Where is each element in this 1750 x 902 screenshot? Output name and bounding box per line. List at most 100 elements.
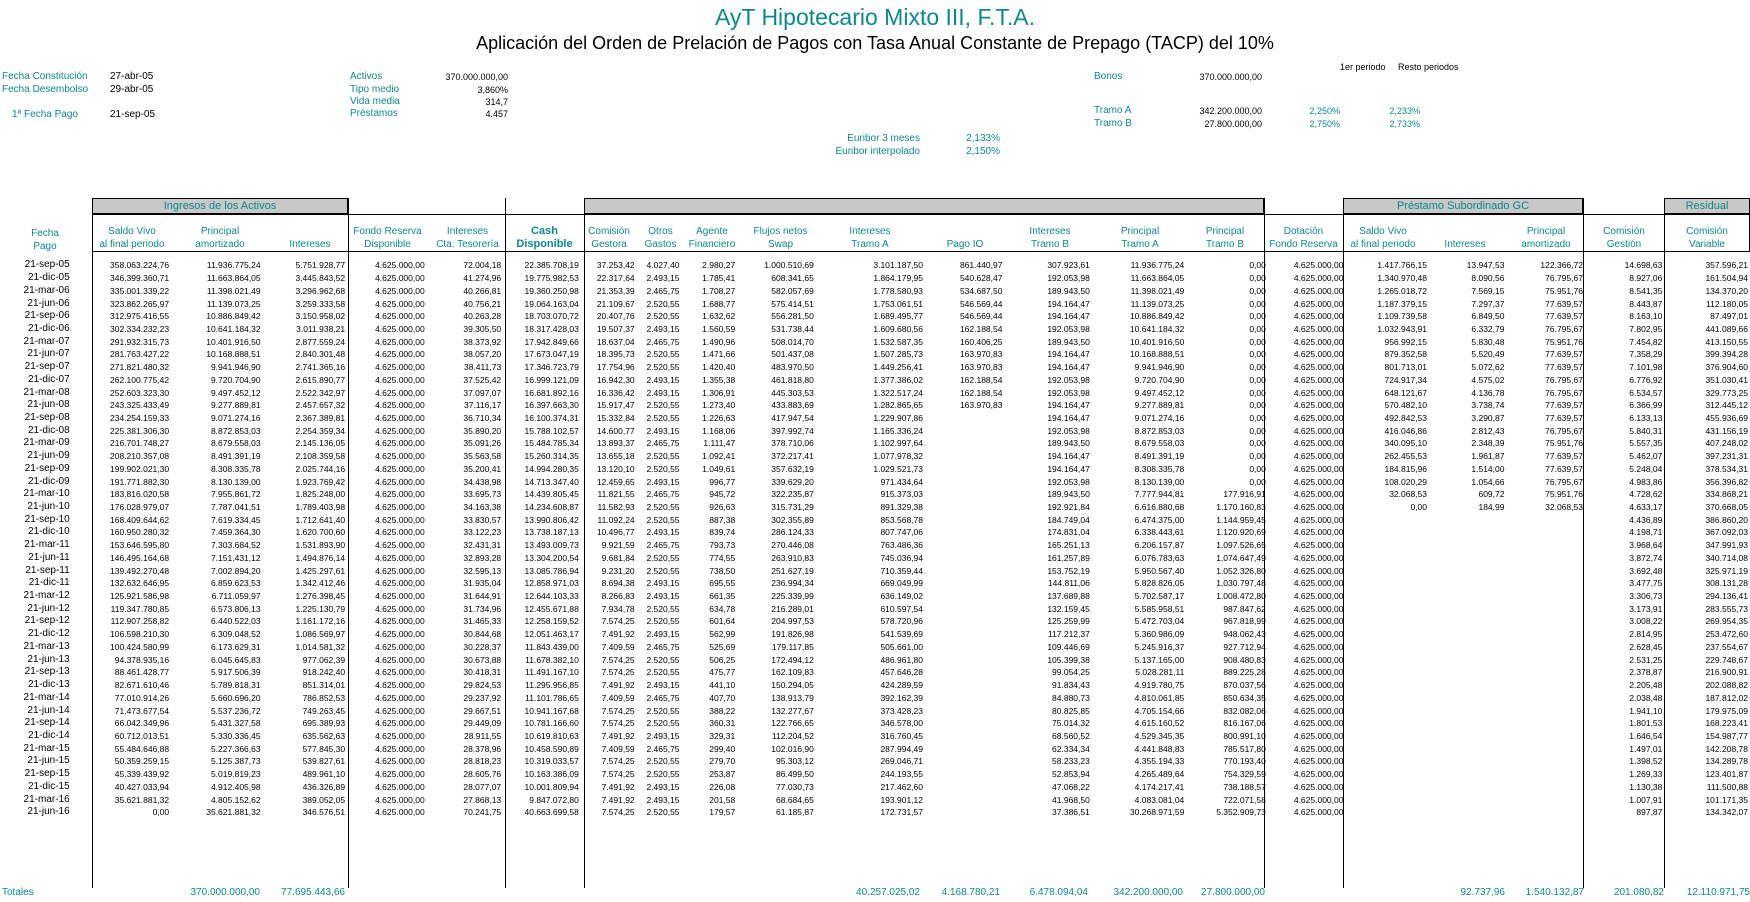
- activos-label: Activos: [350, 71, 383, 82]
- header-intereses-b-1: Intereses: [1029, 226, 1071, 237]
- table-cell: 302.355,89: [771, 514, 814, 525]
- table-cell: 4.625.000,00: [1293, 667, 1344, 678]
- table-cell: 4.625.000,00: [375, 514, 425, 525]
- table-cell: 2.025.744,16: [295, 463, 346, 474]
- table-cell: 101.171,35: [1705, 794, 1748, 805]
- euribor-interp-label: Euribor interpolado: [835, 146, 921, 157]
- header-otros-gastos: Otros Gastos: [638, 225, 683, 251]
- table-cell: [1429, 564, 1506, 577]
- table-cell: 4.705.154,66: [1134, 705, 1185, 716]
- table-cell: 132.632.646,95: [110, 578, 170, 589]
- table-row: 21-sep-07 271.821.480,32 9.941.946,90 2.741…: [0, 361, 1750, 374]
- table-cell: 556.281,50: [771, 311, 814, 322]
- table-cell: 4.625.000,00: [375, 362, 425, 373]
- table-cell: 6.474.375,00: [1134, 514, 1185, 525]
- table-cell: 30.673,88: [463, 654, 502, 665]
- table-cell: 29.667,51: [463, 705, 502, 716]
- table-cell: 908.480,83: [1223, 654, 1266, 665]
- table-cell: 1.225.130,79: [295, 603, 346, 614]
- header-principal: Principal amortizado: [180, 225, 260, 251]
- table-cell: 4.625.000,00: [375, 527, 425, 538]
- table-cell: 378.534,31: [1705, 463, 1748, 474]
- table-cell: 754.329,59: [1223, 769, 1266, 780]
- table-cell: 7.619.334,45: [210, 514, 261, 525]
- header-flujos-swap-2: Swap: [767, 239, 793, 250]
- table-cell: 851.314,01: [302, 680, 346, 691]
- header-flujos-swap: Flujos netos Swap: [743, 225, 818, 251]
- table-row: 21-mar-11 153.646.595,80 7.303.684,52 1.531…: [0, 539, 1750, 552]
- table-cell: 7.303.684,52: [210, 540, 261, 551]
- table-cell: 10.458.590,89: [524, 743, 579, 754]
- table-cell: 1.226,63: [702, 412, 736, 423]
- table-cell: 270.446,08: [771, 540, 814, 551]
- row-date: 21-jun-07: [27, 348, 70, 360]
- table-cell: 41.274,96: [463, 273, 502, 284]
- table-cell: 4.355.194,33: [1134, 756, 1185, 767]
- table-cell: 37.253,42: [596, 260, 635, 271]
- table-cell: [1506, 653, 1585, 666]
- table-cell: 397.992,74: [771, 425, 814, 436]
- table-cell: 68.684,65: [776, 794, 814, 805]
- table-cell: 312.445,12: [1705, 400, 1748, 411]
- table-cell: 80.825,85: [1052, 705, 1090, 716]
- table-cell: [925, 755, 1004, 768]
- row-date: 21-sep-14: [24, 717, 70, 729]
- table-cell: 12.858.971,03: [524, 578, 579, 589]
- table-cell: 996,77: [709, 476, 736, 487]
- euribor-interp-value: 2,150%: [966, 146, 1000, 157]
- header-fondo-reserva-1: Fondo Reserva: [353, 226, 422, 237]
- table-row: 21-dic-14 60.712.013,51 5.330.336,45 635.56…: [0, 730, 1750, 743]
- table-cell: 7.409,59: [601, 641, 635, 652]
- header-intereses-b-2: Tramo B: [1031, 239, 1069, 250]
- table-cell: [925, 793, 1004, 806]
- table-cell: 9.921,59: [601, 540, 635, 551]
- row-date: 21-dic-11: [28, 577, 70, 589]
- table-cell: [1506, 628, 1585, 641]
- table-cell: 2.493,15: [646, 591, 680, 602]
- tramo-b-rate2: 2,733%: [1389, 119, 1420, 129]
- table-cell: 475,77: [709, 667, 736, 678]
- header-intereses-b: Intereses Tramo B: [1010, 225, 1090, 251]
- table-cell: 505.661,00: [880, 641, 923, 652]
- table-cell: 0,00: [1249, 362, 1266, 373]
- table-cell: [925, 552, 1004, 565]
- table-cell: 4.198,71: [1629, 527, 1663, 538]
- table-cell: 100.424.580,99: [110, 641, 170, 652]
- table-cell: 194.164,47: [1047, 311, 1090, 322]
- table-cell: [1429, 590, 1506, 603]
- table-row: 21-dic-12 106.598.210,30 6.309.048,52 1.086…: [0, 628, 1750, 641]
- row-date: 21-dic-05: [27, 272, 70, 284]
- table-cell: 7.574,25: [601, 807, 635, 818]
- header-intereses: Intereses: [289, 239, 331, 250]
- table-cell: 31.644,91: [463, 591, 502, 602]
- header-otros-gastos-1: Otros: [648, 226, 673, 237]
- table-cell: 4.625.000,00: [375, 349, 425, 360]
- resto-periodos-label: Resto periodos: [1398, 62, 1459, 72]
- header-principal-2: amortizado: [195, 239, 245, 250]
- table-cell: 610.597,54: [880, 603, 923, 614]
- table-cell: 4.625.000,00: [375, 781, 425, 792]
- table-cell: 5.227.366,63: [210, 743, 261, 754]
- table-cell: 15.917,47: [596, 400, 635, 411]
- table-cell: 14.713.347,40: [524, 476, 579, 487]
- table-cell: 4.625.000,00: [375, 311, 425, 322]
- table-cell: 4.625.000,00: [1293, 514, 1344, 525]
- table-cell: 12.258.159,52: [524, 616, 579, 627]
- table-cell: 34.163,38: [463, 502, 502, 513]
- table-cell: 192.921,84: [1047, 502, 1090, 513]
- group-liabilities-band: [584, 198, 1264, 214]
- table-cell: 31.465,33: [463, 616, 502, 627]
- table-cell: 2.254.359,34: [295, 425, 346, 436]
- row-date: 21-mar-08: [23, 386, 70, 398]
- table-cell: 194.164,47: [1047, 451, 1090, 462]
- table-cell: 9.720.704,90: [210, 374, 261, 385]
- table-cell: 5.137.165,00: [1134, 654, 1185, 665]
- table-cell: 10.319.033,57: [524, 756, 579, 767]
- tipo-medio-label: Tipo medio: [350, 84, 400, 95]
- table-cell: 122.366,72: [1540, 260, 1583, 271]
- table-cell: 1.609.680,56: [873, 323, 923, 334]
- table-cell: 76.795,67: [1545, 387, 1583, 398]
- table-cell: 4.625.000,00: [375, 616, 425, 627]
- table-cell: 926,63: [709, 502, 736, 513]
- table-cell: 399.394,28: [1705, 349, 1748, 360]
